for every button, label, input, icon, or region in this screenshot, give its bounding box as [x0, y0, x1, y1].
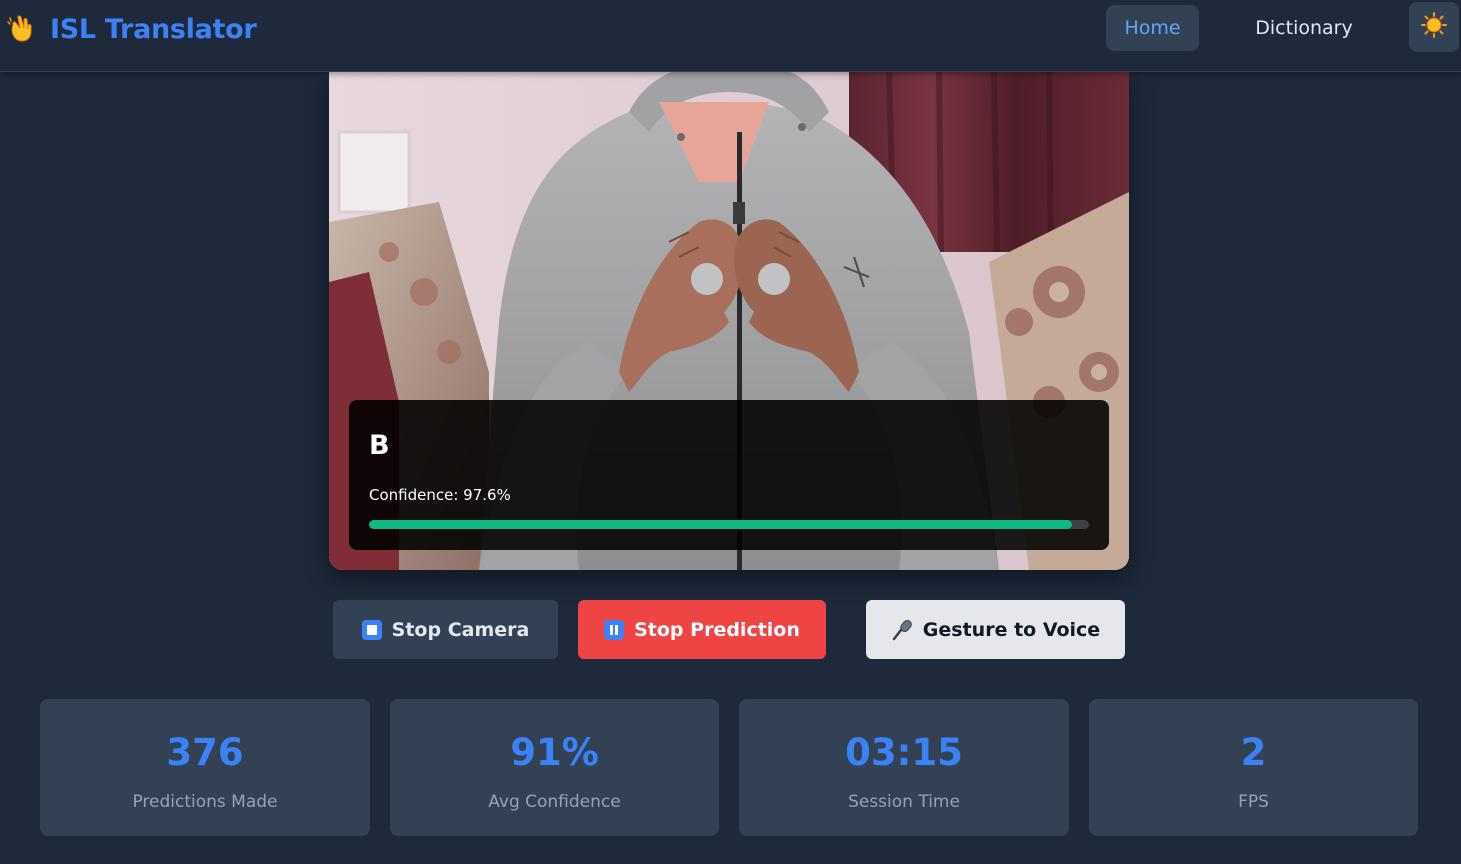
stat-label: Session Time: [848, 792, 960, 812]
microphone-icon: [891, 619, 913, 641]
stat-card-fps: 2 FPS: [1089, 699, 1418, 836]
sun-icon: [1421, 12, 1447, 42]
confidence-bar: [369, 520, 1089, 529]
gesture-to-voice-button[interactable]: Gesture to Voice: [866, 600, 1125, 659]
stat-card-confidence: 91% Avg Confidence: [390, 699, 719, 836]
app-title: ISL Translator: [50, 13, 257, 45]
stop-icon: [361, 619, 382, 640]
stop-prediction-button[interactable]: Stop Prediction: [578, 600, 826, 659]
theme-toggle-button[interactable]: [1409, 2, 1459, 52]
stat-value: 91%: [510, 731, 599, 774]
nav-dictionary-link[interactable]: Dictionary: [1240, 5, 1368, 51]
navbar: ISL Translator Home Dictionary: [0, 0, 1461, 72]
nav-home-link[interactable]: Home: [1106, 5, 1199, 51]
stat-card-predictions: 376 Predictions Made: [40, 699, 370, 836]
confidence-text: Confidence: 97.6%: [369, 486, 511, 504]
camera-feed: B Confidence: 97.6%: [329, 72, 1129, 570]
prediction-overlay: B Confidence: 97.6%: [349, 400, 1109, 550]
stat-label: Predictions Made: [132, 792, 278, 812]
stat-value: 03:15: [845, 731, 963, 774]
stop-prediction-label: Stop Prediction: [634, 618, 800, 641]
stat-label: FPS: [1238, 792, 1269, 812]
stat-value: 2: [1240, 731, 1267, 774]
stat-value: 376: [166, 731, 244, 774]
brand[interactable]: ISL Translator: [6, 12, 257, 46]
gesture-to-voice-label: Gesture to Voice: [922, 618, 1101, 641]
stat-label: Avg Confidence: [488, 792, 621, 812]
pause-icon: [604, 619, 625, 640]
stat-card-session-time: 03:15 Session Time: [739, 699, 1069, 836]
confidence-bar-fill: [369, 520, 1072, 529]
predicted-letter: B: [369, 430, 390, 461]
hand-sign-icon: [6, 14, 36, 44]
stop-camera-button[interactable]: Stop Camera: [333, 600, 558, 659]
stop-camera-label: Stop Camera: [391, 618, 530, 641]
